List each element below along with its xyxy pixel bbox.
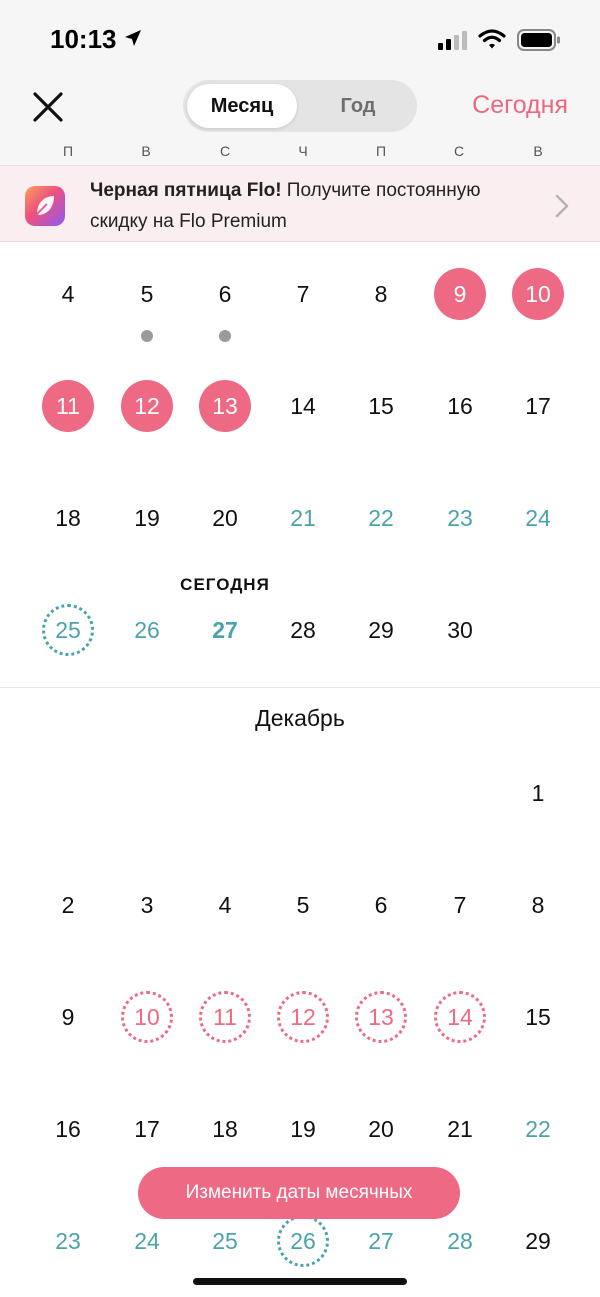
day-dec-25[interactable]: 25 — [199, 1215, 251, 1267]
day-dec-6[interactable]: 6 — [355, 879, 407, 931]
day-dec-7[interactable]: 7 — [434, 879, 486, 931]
home-indicator[interactable] — [193, 1278, 407, 1285]
day-nov-14[interactable]: 14 — [277, 380, 329, 432]
day-dec-12[interactable]: 12 — [277, 991, 329, 1043]
today-label: СЕГОДНЯ — [180, 575, 270, 594]
day-nov-18[interactable]: 18 — [42, 492, 94, 544]
day-dec-23[interactable]: 23 — [42, 1215, 94, 1267]
day-dec-28[interactable]: 28 — [434, 1215, 486, 1267]
day-nov-24[interactable]: 24 — [512, 492, 564, 544]
day-dec-11[interactable]: 11 — [199, 991, 251, 1043]
close-icon[interactable] — [30, 89, 66, 125]
year-view-tab[interactable]: Год — [303, 84, 413, 128]
day-nov-22[interactable]: 22 — [355, 492, 407, 544]
day-dec-18[interactable]: 18 — [199, 1103, 251, 1155]
day-dec-20[interactable]: 20 — [355, 1103, 407, 1155]
day-nov-25[interactable]: 25 — [42, 604, 94, 656]
today-button[interactable]: Сегодня — [472, 91, 568, 120]
calendar-header: Месяц Год Сегодня П В С Ч П С В — [0, 75, 600, 165]
change-period-dates-button[interactable]: Изменить даты месячных — [138, 1167, 460, 1219]
day-nov-15[interactable]: 15 — [355, 380, 407, 432]
day-nov-20[interactable]: 20 — [199, 492, 251, 544]
day-nov-23[interactable]: 23 — [434, 492, 486, 544]
day-dec-13[interactable]: 13 — [355, 991, 407, 1043]
cellular-signal-icon — [438, 31, 467, 50]
day-nov-8[interactable]: 8 — [355, 268, 407, 320]
day-dec-3[interactable]: 3 — [121, 879, 173, 931]
day-nov-16[interactable]: 16 — [434, 380, 486, 432]
day-nov-7[interactable]: 7 — [277, 268, 329, 320]
month-title-december: Декабрь — [255, 705, 345, 731]
promo-banner[interactable]: Черная пятница Flo! Получите постоянную … — [0, 165, 600, 242]
day-nov-4[interactable]: 4 — [42, 268, 94, 320]
day-dec-15[interactable]: 15 — [512, 991, 564, 1043]
day-dec-16[interactable]: 16 — [42, 1103, 94, 1155]
flo-app-icon — [25, 186, 65, 226]
day-nov-28[interactable]: 28 — [277, 604, 329, 656]
day-dec-4[interactable]: 4 — [199, 879, 251, 931]
day-nov-6[interactable]: 6 — [199, 268, 251, 320]
day-dec-27[interactable]: 27 — [355, 1215, 407, 1267]
status-time: 10:13 — [50, 24, 117, 54]
note-indicator-dot — [219, 330, 231, 342]
day-dec-29[interactable]: 29 — [512, 1215, 564, 1267]
weekday-tuesday: В — [141, 143, 151, 159]
day-dec-2[interactable]: 2 — [42, 879, 94, 931]
day-nov-30[interactable]: 30 — [434, 604, 486, 656]
day-nov-27-today[interactable]: 27 — [199, 604, 251, 656]
location-arrow-icon — [125, 30, 141, 46]
status-bar: 10:13 — [0, 0, 600, 75]
day-nov-17[interactable]: 17 — [512, 380, 564, 432]
day-nov-19[interactable]: 19 — [121, 492, 173, 544]
wifi-icon — [478, 29, 506, 49]
weekday-wednesday: С — [219, 143, 231, 159]
day-dec-19[interactable]: 19 — [277, 1103, 329, 1155]
day-nov-21[interactable]: 21 — [277, 492, 329, 544]
day-nov-29[interactable]: 29 — [355, 604, 407, 656]
promo-banner-title: Черная пятница Flo! — [90, 180, 282, 201]
view-toggle: Месяц Год — [183, 80, 417, 132]
day-dec-9[interactable]: 9 — [42, 991, 94, 1043]
day-nov-10[interactable]: 10 — [512, 268, 564, 320]
day-dec-14[interactable]: 14 — [434, 991, 486, 1043]
weekday-monday: П — [62, 143, 74, 159]
day-nov-12[interactable]: 12 — [121, 380, 173, 432]
day-nov-9[interactable]: 9 — [434, 268, 486, 320]
weekday-saturday: С — [453, 143, 465, 159]
promo-banner-text: Черная пятница Flo! Получите постоянную … — [90, 175, 530, 237]
weekday-thursday: Ч — [298, 143, 308, 159]
day-dec-10[interactable]: 10 — [121, 991, 173, 1043]
day-dec-8[interactable]: 8 — [512, 879, 564, 931]
day-dec-22[interactable]: 22 — [512, 1103, 564, 1155]
day-dec-26[interactable]: 26 — [277, 1215, 329, 1267]
chevron-right-icon — [555, 194, 569, 218]
day-nov-26[interactable]: 26 — [121, 604, 173, 656]
day-dec-1[interactable]: 1 — [512, 767, 564, 819]
day-nov-13[interactable]: 13 — [199, 380, 251, 432]
day-dec-17[interactable]: 17 — [121, 1103, 173, 1155]
note-indicator-dot — [141, 330, 153, 342]
day-nov-11[interactable]: 11 — [42, 380, 94, 432]
day-dec-21[interactable]: 21 — [434, 1103, 486, 1155]
battery-icon — [517, 29, 560, 51]
weekday-sunday: В — [533, 143, 543, 159]
weekday-friday: П — [375, 143, 387, 159]
month-view-tab[interactable]: Месяц — [187, 84, 297, 128]
day-dec-5[interactable]: 5 — [277, 879, 329, 931]
month-divider — [0, 687, 600, 688]
day-dec-24[interactable]: 24 — [121, 1215, 173, 1267]
day-nov-5[interactable]: 5 — [121, 268, 173, 320]
